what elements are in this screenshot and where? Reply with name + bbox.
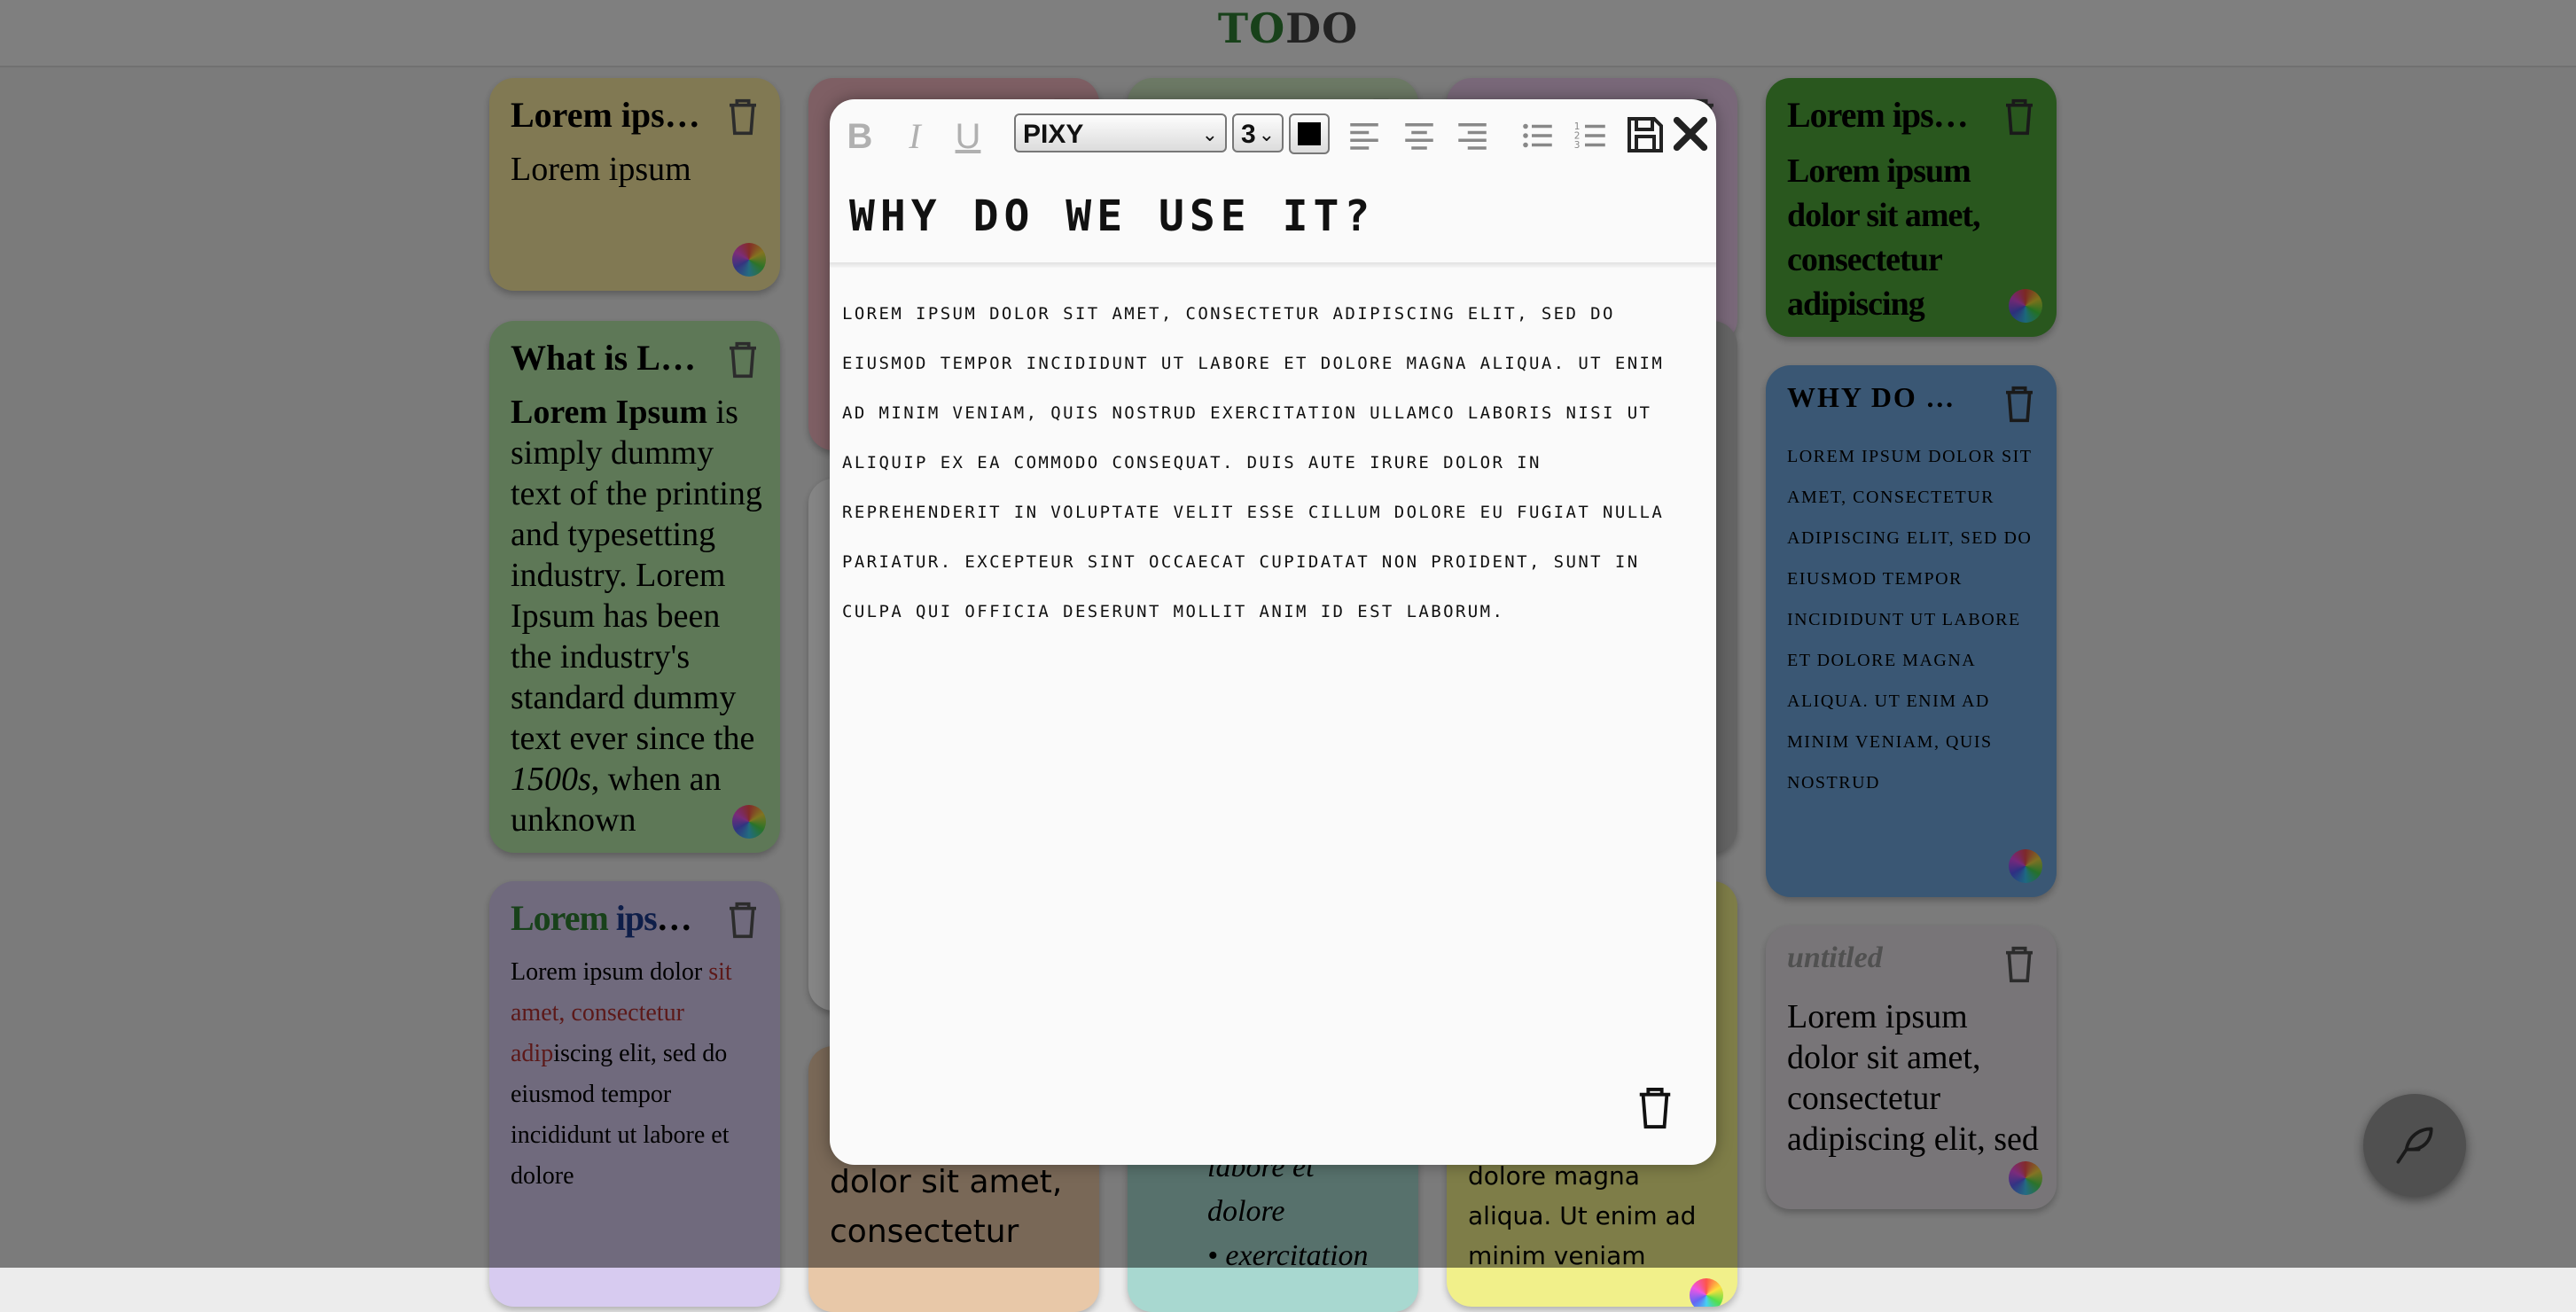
align-right-icon[interactable] <box>1454 117 1491 154</box>
underline-button[interactable]: U <box>950 113 986 160</box>
note-editor-modal: B I U PIXY ⌄ 3 ⌄ 123 Why do we use it? Lor… <box>830 99 1716 1165</box>
editor-title-input[interactable]: Why do we use it? <box>849 191 1697 241</box>
title-divider <box>830 262 1716 268</box>
align-center-icon[interactable] <box>1401 117 1438 154</box>
numbered-list-icon[interactable]: 123 <box>1573 117 1610 154</box>
color-wheel-icon[interactable] <box>1690 1278 1723 1307</box>
align-left-icon[interactable] <box>1346 117 1383 154</box>
color-swatch <box>1298 122 1321 145</box>
text-color-button[interactable] <box>1289 113 1330 154</box>
chevron-down-icon: ⌄ <box>1258 123 1275 145</box>
chevron-down-icon: ⌄ <box>1201 123 1218 145</box>
trash-icon[interactable] <box>1635 1083 1675 1133</box>
bold-button[interactable]: B <box>842 113 878 160</box>
close-icon[interactable] <box>1670 113 1711 154</box>
editor-body-input[interactable]: Lorem ipsum dolor sit amet, consectetur … <box>842 289 1698 636</box>
font-size-select[interactable]: 3 ⌄ <box>1232 113 1284 152</box>
editor-toolbar: B I U PIXY ⌄ 3 ⌄ 123 <box>830 99 1716 176</box>
font-family-select[interactable]: PIXY ⌄ <box>1014 113 1227 152</box>
font-family-value: PIXY <box>1023 120 1084 149</box>
italic-button[interactable]: I <box>897 113 933 160</box>
font-size-value: 3 <box>1241 120 1256 149</box>
save-icon[interactable] <box>1624 113 1667 156</box>
bullet-list-icon[interactable] <box>1519 117 1557 154</box>
svg-text:3: 3 <box>1574 140 1581 151</box>
